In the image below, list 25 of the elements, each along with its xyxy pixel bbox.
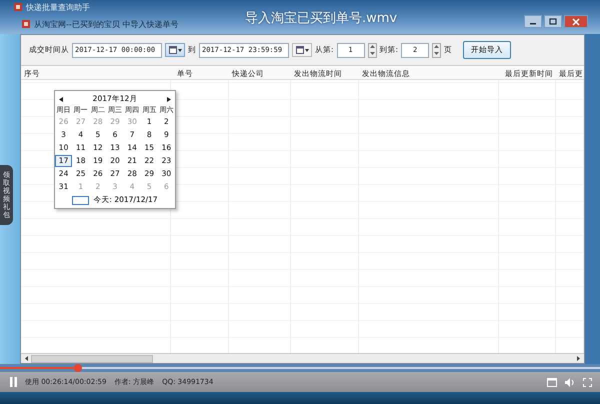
window-icon (22, 20, 30, 28)
calendar-dropdown-button[interactable] (165, 43, 185, 57)
spinner-arrows[interactable] (432, 42, 442, 58)
screen-icon[interactable] (547, 378, 557, 386)
app-title: 快递批量查询助手 (26, 2, 90, 12)
video-title: 导入淘宝已买到单号.wmv (245, 10, 398, 27)
calendar-dropdown-button[interactable] (292, 43, 312, 57)
close-icon (572, 18, 580, 26)
window-title: 从淘宝网--已买到的宝贝 中导入快递单号 (34, 18, 178, 30)
progress-handle[interactable] (74, 364, 82, 372)
spinner-arrows[interactable] (368, 42, 377, 58)
scroll-right-arrow[interactable] (576, 356, 581, 361)
maximize-button[interactable] (544, 15, 562, 28)
pause-icon[interactable] (10, 377, 17, 387)
maximize-icon (549, 18, 557, 25)
today-marker-icon (72, 196, 90, 204)
next-month-arrow[interactable] (166, 96, 171, 102)
scrollbar-thumb[interactable] (31, 354, 153, 362)
scroll-left-arrow[interactable] (24, 356, 29, 361)
minimize-button[interactable] (524, 15, 542, 28)
close-button[interactable] (564, 15, 588, 28)
app-icon (14, 3, 22, 11)
previous-month-arrow[interactable] (59, 96, 63, 102)
volume-icon[interactable] (565, 378, 575, 386)
fullscreen-icon[interactable] (583, 378, 592, 386)
